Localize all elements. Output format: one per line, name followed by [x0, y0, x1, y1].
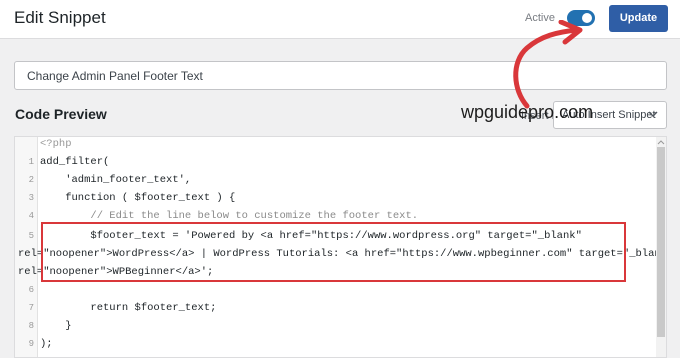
code-line: <?php	[15, 137, 655, 153]
line-number: 8	[28, 321, 34, 331]
code-text: add_filter(	[40, 156, 110, 168]
editor-scrollbar[interactable]	[656, 137, 666, 357]
line-number: 7	[28, 303, 34, 313]
scroll-up-icon	[657, 140, 665, 145]
line-number: 2	[28, 175, 34, 185]
line-number: 4	[28, 211, 34, 221]
code-text: 'admin_footer_text',	[40, 174, 192, 186]
code-line: 8 }	[15, 317, 655, 335]
highlight-box	[41, 222, 626, 282]
code-line: 6	[15, 281, 655, 299]
code-text: }	[40, 320, 72, 332]
line-number: 6	[28, 285, 34, 295]
code-text: );	[40, 338, 53, 350]
code-line: 7 return $footer_text;	[15, 299, 655, 317]
code-line: 3 function ( $footer_text ) {	[15, 189, 655, 207]
code-editor[interactable]: <?php 1 add_filter(2 'admin_footer_text', 3…	[14, 136, 667, 358]
line-number: 9	[28, 339, 34, 349]
code-line: 2 'admin_footer_text',	[15, 171, 655, 189]
code-text: <?php	[40, 138, 72, 150]
line-number: 5	[28, 231, 34, 241]
code-line: 9);	[15, 335, 655, 353]
scroll-thumb[interactable]	[657, 147, 665, 337]
chevron-down-icon	[648, 111, 658, 117]
code-preview-title: Code Preview	[15, 106, 107, 122]
code-line: 1 add_filter(	[15, 153, 655, 171]
line-number: 3	[28, 193, 34, 203]
code-text: return $footer_text;	[40, 302, 217, 314]
curved-arrow-icon	[513, 20, 583, 109]
line-number: 1	[28, 157, 34, 167]
update-button[interactable]: Update	[609, 5, 668, 32]
page-title: Edit Snippet	[14, 8, 106, 27]
code-text: function ( $footer_text ) {	[40, 192, 236, 204]
